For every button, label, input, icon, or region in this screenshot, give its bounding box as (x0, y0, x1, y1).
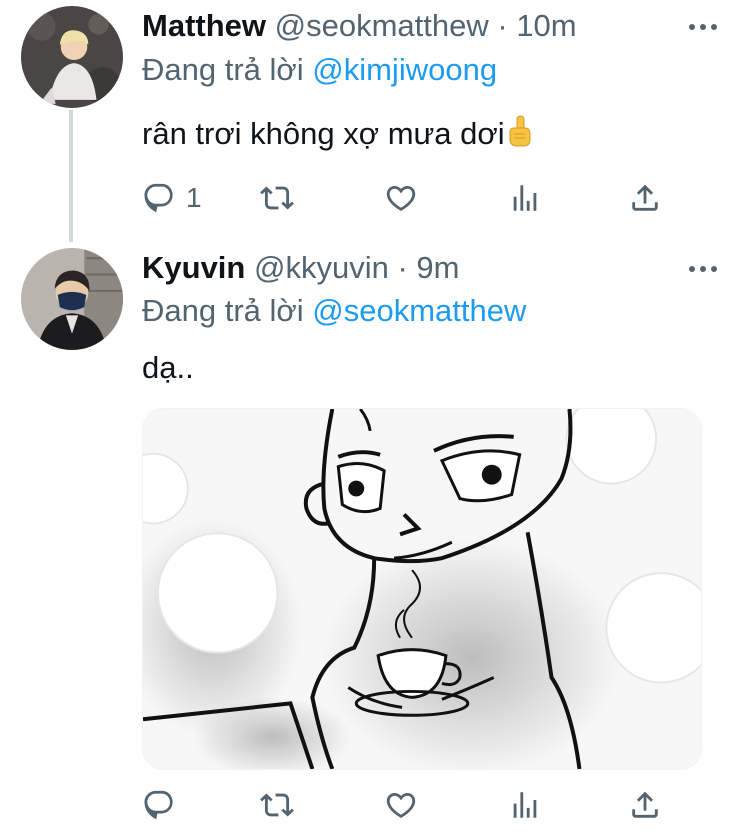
replying-mention[interactable]: @kimjiwoong (312, 52, 497, 87)
reply-icon (144, 790, 173, 820)
avatar[interactable] (21, 6, 123, 108)
reply-button[interactable] (142, 785, 186, 825)
retweet-icon (260, 186, 294, 210)
handle[interactable]: @seokmatthew (275, 8, 489, 43)
share-icon (632, 791, 658, 818)
reply-button[interactable]: 1 (142, 178, 202, 218)
separator: · (397, 250, 408, 285)
timestamp[interactable]: 10m (516, 8, 576, 43)
more-icon[interactable] (686, 252, 720, 286)
separator: · (497, 8, 508, 43)
retweet-icon (260, 793, 294, 817)
display-name[interactable]: Matthew (142, 8, 266, 43)
tweet-body: dạ.. (142, 350, 194, 385)
tweet-header: Kyuvin @kkyuvin · 9m (142, 250, 459, 286)
analytics-icon (513, 185, 537, 211)
analytics-icon (513, 792, 537, 818)
share-button[interactable] (628, 785, 662, 825)
replying-prefix: Đang trả lời (142, 293, 304, 328)
retweet-button[interactable] (260, 785, 294, 825)
avatar[interactable] (21, 248, 123, 350)
analytics-button[interactable] (508, 785, 542, 825)
action-bar (142, 785, 672, 825)
more-icon[interactable] (686, 10, 720, 44)
like-icon (386, 185, 416, 211)
reply-count: 1 (186, 182, 202, 213)
media-image[interactable] (142, 408, 702, 770)
action-bar: 1 (142, 178, 672, 218)
like-icon (386, 792, 416, 818)
share-icon (632, 184, 658, 211)
tweet-header: Matthew @seokmatthew · 10m (142, 8, 577, 44)
thread-connector (69, 110, 73, 242)
tweet-text: rân trơi không xợ mưa dơi (142, 114, 533, 154)
replying-to: Đang trả lời @seokmatthew (142, 293, 526, 329)
like-button[interactable] (384, 785, 418, 825)
timestamp[interactable]: 9m (416, 250, 459, 285)
like-button[interactable] (384, 178, 418, 218)
tweet-text: dạ.. (142, 348, 194, 388)
tweet-body: rân trơi không xợ mưa dơi (142, 116, 505, 151)
reply-icon (144, 183, 173, 213)
replying-to: Đang trả lời @kimjiwoong (142, 52, 497, 88)
handle[interactable]: @kkyuvin (254, 250, 389, 285)
share-button[interactable] (628, 178, 662, 218)
replying-prefix: Đang trả lời (142, 52, 304, 87)
display-name[interactable]: Kyuvin (142, 250, 245, 285)
retweet-button[interactable] (260, 178, 294, 218)
analytics-button[interactable] (508, 178, 542, 218)
replying-mention[interactable]: @seokmatthew (312, 293, 526, 328)
pointing-up-hand-icon (509, 115, 531, 147)
